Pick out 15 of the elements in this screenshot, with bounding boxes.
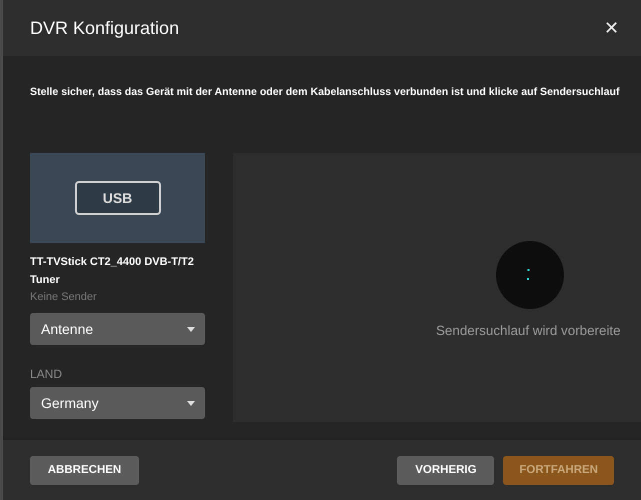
country-dropdown[interactable]: Germany — [30, 387, 205, 419]
loading-spinner — [496, 241, 564, 309]
field-label: LAND — [30, 367, 62, 381]
dialog-title: DVR Konfiguration — [30, 18, 180, 38]
close-button[interactable]: ✕ — [600, 17, 623, 39]
instruction-text: Stelle sicher, dass das Gerät mit der Antenne oder dem Kabelanschluss verbunden ist und klicke auf Sendersuchlauf — [30, 86, 621, 98]
dialog-button[interactable]: VORHERIG — [397, 456, 494, 484]
usb-badge: USB — [74, 181, 160, 215]
device-status: Keine Sender — [30, 291, 97, 303]
scan-status-text: Sendersuchlauf wird vorbereite — [436, 323, 621, 338]
caret-icon — [187, 400, 195, 406]
caret-icon — [187, 326, 195, 332]
dialog-button[interactable]: ABBRECHEN — [30, 456, 139, 484]
source-dropdown[interactable]: Antenne — [30, 313, 205, 345]
device-name: TT-TVStick CT2_4400 DVB-T/T2 Tuner — [30, 255, 195, 288]
